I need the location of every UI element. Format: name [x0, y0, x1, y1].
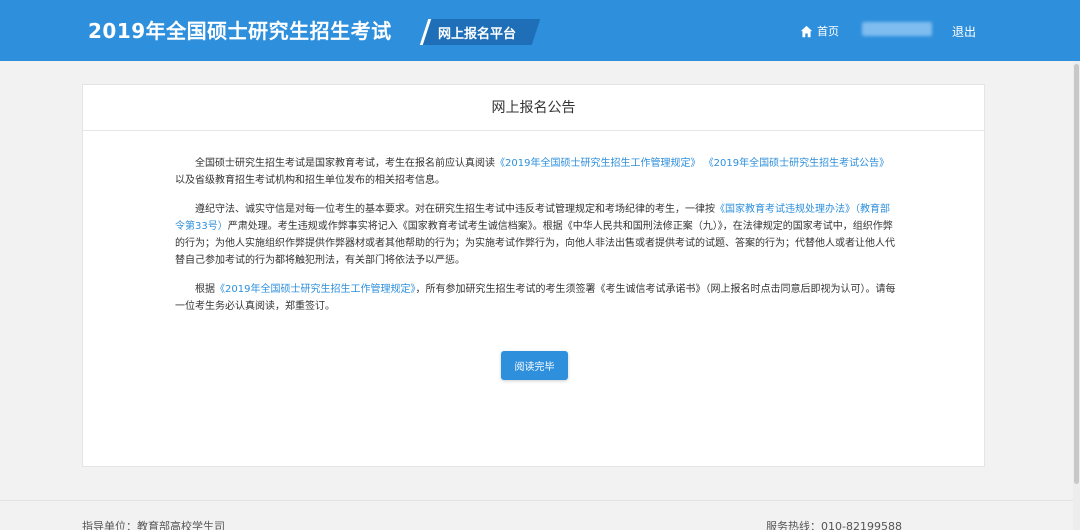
- site-title: 2019年全国硕士研究生招生考试: [88, 19, 392, 43]
- home-link[interactable]: 首页: [800, 23, 839, 39]
- top-header: 2019年全国硕士研究生招生考试 网上报名平台 首页 退出: [0, 0, 1080, 61]
- exam-announcement-link[interactable]: 《2019年全国硕士研究生招生考试公告》: [704, 158, 889, 169]
- platform-badge: 网上报名平台: [438, 27, 517, 42]
- user-name-blurred: [862, 22, 932, 36]
- footer-hotline: 服务热线：010-82199588: [766, 520, 902, 530]
- paragraph-1-text-1: 全国硕士研究生招生考试是国家教育考试，考生在报名前应认真阅读: [195, 158, 495, 169]
- notice-title: 网上报名公告: [83, 85, 984, 131]
- scrollbar-thumb[interactable]: [1074, 64, 1079, 484]
- read-complete-button[interactable]: 阅读完毕: [501, 351, 568, 380]
- logout-link[interactable]: 退出: [952, 23, 976, 40]
- footer-supervisor: 指导单位：教育部高校学生司: [82, 520, 225, 530]
- notice-paragraph-1: 全国硕士研究生招生考试是国家教育考试，考生在报名前应认真阅读《2019年全国硕士…: [175, 155, 897, 189]
- paragraph-2-text-2: 严肃处理。考生违规或作弊事实将记入《国家教育考试考生诚信档案》。根据《中华人民共…: [175, 221, 895, 266]
- notice-paragraph-2: 遵纪守法、诚实守信是对每一位考生的基本要求。对在研究生招生考试中违反考试管理规定…: [175, 201, 897, 269]
- paragraph-1-text-2: 以及省级教育招生考试机构和招生单位发布的相关招考信息。: [175, 175, 445, 186]
- paragraph-3-text-1: 根据: [195, 284, 215, 295]
- notice-content: 全国硕士研究生招生考试是国家教育考试，考生在报名前应认真阅读《2019年全国硕士…: [175, 155, 897, 327]
- notice-panel: 网上报名公告 全国硕士研究生招生考试是国家教育考试，考生在报名前应认真阅读《20…: [82, 84, 985, 467]
- paragraph-2-text-1: 遵纪守法、诚实守信是对每一位考生的基本要求。对在研究生招生考试中违反考试管理规定…: [195, 204, 715, 215]
- management-rules-link[interactable]: 《2019年全国硕士研究生招生工作管理规定》: [495, 158, 700, 169]
- management-rules-link-2[interactable]: 《2019年全国硕士研究生招生工作管理规定》: [215, 284, 415, 295]
- home-label: 首页: [817, 25, 839, 38]
- notice-paragraph-3: 根据《2019年全国硕士研究生招生工作管理规定》，所有参加研究生招生考试的考生须…: [175, 281, 897, 315]
- home-icon: [800, 25, 813, 37]
- footer-divider: [0, 500, 1080, 501]
